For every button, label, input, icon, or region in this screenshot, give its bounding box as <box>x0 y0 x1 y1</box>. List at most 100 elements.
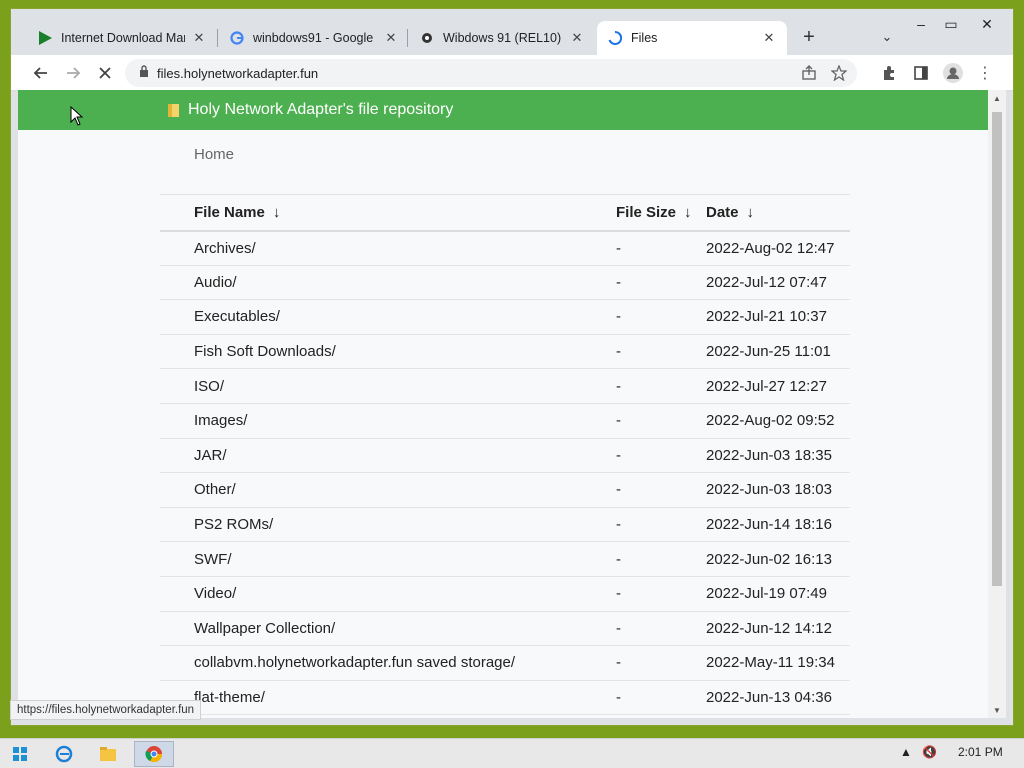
file-date: 2022-Jun-03 18:35 <box>706 438 850 474</box>
maximize-button[interactable]: ▭ <box>937 13 965 35</box>
file-date: 2022-May-11 19:34 <box>706 645 850 681</box>
file-size: - <box>616 611 706 647</box>
folder-link[interactable]: Wallpaper Collection/ <box>160 611 616 647</box>
address-bar[interactable]: files.holynetworkadapter.fun <box>125 59 857 87</box>
tab-internet-download-manager[interactable]: Internet Download Man ✕ <box>27 21 217 55</box>
file-date: 2022-Jun-13 04:36 <box>706 680 850 716</box>
file-listing-table: File Name ↓ File Size ↓ Date ↓ Archives/-20… <box>160 194 850 716</box>
table-row: ISO/-2022-Jul-27 12:27 <box>160 368 850 404</box>
url-text: files.holynetworkadapter.fun <box>157 65 319 81</box>
sort-by-size-header[interactable]: File Size ↓ <box>616 194 706 232</box>
sort-by-name-header[interactable]: File Name ↓ <box>160 194 616 232</box>
file-date: 2022-Jul-21 10:37 <box>706 299 850 335</box>
table-row: Images/-2022-Aug-02 09:52 <box>160 403 850 439</box>
share-icon[interactable] <box>801 65 817 86</box>
file-explorer-icon[interactable] <box>88 741 128 767</box>
file-date: 2022-Jun-25 11:01 <box>706 334 850 370</box>
table-row: SWF/-2022-Jun-02 16:13 <box>160 541 850 577</box>
file-size: - <box>616 472 706 508</box>
lock-icon <box>139 64 149 82</box>
start-windows-icon[interactable] <box>0 741 40 767</box>
chrome-taskbar-icon[interactable] <box>134 741 174 767</box>
menu-dots-icon[interactable]: ⋮ <box>973 61 997 85</box>
tab-files[interactable]: Files ✕ <box>597 21 787 55</box>
stop-loading-button[interactable] <box>93 61 117 85</box>
close-icon[interactable]: ✕ <box>761 30 777 46</box>
tray-chevron-up-icon[interactable]: ▲ <box>900 745 912 759</box>
close-window-button[interactable]: ✕ <box>973 13 1001 35</box>
file-size: - <box>616 541 706 577</box>
profile-avatar-icon[interactable] <box>941 61 965 85</box>
file-size: - <box>616 403 706 439</box>
folder-link[interactable]: Video/ <box>160 576 616 612</box>
close-icon[interactable]: ✕ <box>383 30 399 46</box>
folder-link[interactable]: flat-theme/ <box>160 680 616 716</box>
folder-link[interactable]: Other/ <box>160 472 616 508</box>
taskbar-clock[interactable]: 2:01 PM <box>958 745 1003 759</box>
folder-link[interactable]: PS2 ROMs/ <box>160 507 616 543</box>
folder-link[interactable]: collabvm.holynetworkadapter.fun saved st… <box>160 645 616 681</box>
tab-separator <box>407 29 408 47</box>
forward-button[interactable] <box>61 61 85 85</box>
table-row: JAR/-2022-Jun-03 18:35 <box>160 438 850 474</box>
sort-arrow-icon: ↓ <box>272 203 281 221</box>
file-date: 2022-Aug-02 09:52 <box>706 403 850 439</box>
extensions-icon[interactable] <box>877 61 901 85</box>
google-icon <box>229 30 245 46</box>
scroll-up-icon[interactable]: ▲ <box>988 92 1006 106</box>
chevron-down-icon[interactable]: ⌄ <box>877 27 897 47</box>
site-header: Holy Network Adapter's file repository <box>18 90 988 130</box>
file-size: - <box>616 299 706 335</box>
file-date: 2022-Jun-12 14:12 <box>706 611 850 647</box>
folder-link[interactable]: ISO/ <box>160 368 616 404</box>
link-status-bubble: https://files.holynetworkadapter.fun <box>10 700 202 720</box>
bookmark-star-icon[interactable] <box>830 64 848 86</box>
folder-link[interactable]: SWF/ <box>160 541 616 577</box>
scroll-down-icon[interactable]: ▼ <box>988 704 1006 718</box>
page-scrollbar[interactable]: ▲ ▼ <box>988 90 1006 718</box>
table-row: Fish Soft Downloads/-2022-Jun-25 11:01 <box>160 334 850 370</box>
browser-toolbar: files.holynetworkadapter.fun ⋮ <box>11 55 1013 91</box>
mouse-cursor-icon <box>70 106 84 126</box>
new-tab-button[interactable]: + <box>797 25 821 49</box>
folder-link[interactable]: Executables/ <box>160 299 616 335</box>
side-panel-icon[interactable] <box>909 61 933 85</box>
folder-link[interactable]: Archives/ <box>160 230 616 266</box>
file-size: - <box>616 645 706 681</box>
file-size: - <box>616 334 706 370</box>
folder-icon <box>168 104 179 117</box>
file-size: - <box>616 576 706 612</box>
taskbar: ▲ 🔇 2:01 PM <box>0 738 1024 768</box>
gear-icon <box>419 30 435 46</box>
minimize-button[interactable]: – <box>907 13 935 35</box>
table-row: collabvm.holynetworkadapter.fun saved st… <box>160 645 850 681</box>
table-row: Archives/-2022-Aug-02 12:47 <box>160 230 850 266</box>
file-size: - <box>616 507 706 543</box>
close-icon[interactable]: ✕ <box>569 30 585 46</box>
folder-link[interactable]: Audio/ <box>160 265 616 301</box>
folder-link[interactable]: JAR/ <box>160 438 616 474</box>
file-date: 2022-Jun-14 18:16 <box>706 507 850 543</box>
tab-wibdows-91[interactable]: Wibdows 91 (REL10) ✕ <box>409 21 595 55</box>
sort-by-date-header[interactable]: Date ↓ <box>706 194 850 232</box>
file-size: - <box>616 230 706 266</box>
scrollbar-thumb[interactable] <box>992 112 1002 586</box>
table-row: flat-theme/-2022-Jun-13 04:36 <box>160 680 850 716</box>
folder-link[interactable]: Images/ <box>160 403 616 439</box>
table-row: Wallpaper Collection/-2022-Jun-12 14:12 <box>160 611 850 647</box>
table-row: Other/-2022-Jun-03 18:03 <box>160 472 850 508</box>
file-size: - <box>616 368 706 404</box>
tab-google-search[interactable]: winbdows91 - Google S ✕ <box>219 21 409 55</box>
back-button[interactable] <box>29 61 53 85</box>
site-title: Holy Network Adapter's file repository <box>188 101 454 118</box>
breadcrumb-home[interactable]: Home <box>194 146 234 163</box>
speaker-muted-icon[interactable]: 🔇 <box>922 745 937 759</box>
sort-arrow-icon: ↓ <box>746 203 755 221</box>
page-viewport: Holy Network Adapter's file repository H… <box>18 90 988 718</box>
file-date: 2022-Jun-03 18:03 <box>706 472 850 508</box>
table-row: Audio/-2022-Jul-12 07:47 <box>160 265 850 301</box>
internet-explorer-icon[interactable] <box>44 741 84 767</box>
folder-link[interactable]: Fish Soft Downloads/ <box>160 334 616 370</box>
play-icon <box>37 30 53 46</box>
close-icon[interactable]: ✕ <box>191 30 207 46</box>
